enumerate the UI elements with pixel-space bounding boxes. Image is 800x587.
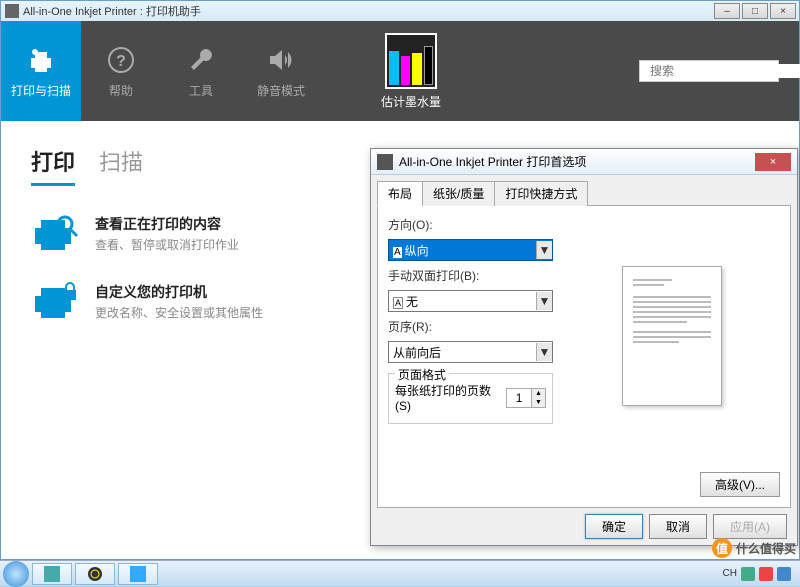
ink-level-section[interactable]: 估计墨水量 (381, 21, 441, 121)
page-preview (622, 266, 722, 406)
toolbar-label: 静音模式 (257, 82, 305, 99)
watermark-icon: 值 (712, 538, 732, 558)
tab-layout[interactable]: 布局 (377, 181, 423, 206)
option-title: 查看正在打印的内容 (95, 214, 239, 234)
close-button[interactable]: × (770, 3, 796, 19)
taskbar-app-2[interactable] (75, 563, 115, 585)
ok-button[interactable]: 确定 (585, 514, 643, 539)
ink-label: 估计墨水量 (381, 93, 441, 110)
tray-icon[interactable] (759, 567, 773, 581)
system-tray[interactable]: CH (723, 567, 797, 581)
start-button[interactable] (3, 561, 29, 587)
chevron-down-icon: ▼ (536, 292, 552, 310)
titlebar: All-in-One Inkjet Printer : 打印机助手 – □ × (1, 1, 799, 21)
toolbar-label: 工具 (189, 82, 213, 99)
watermark: 值 什么值得买 (712, 538, 796, 558)
search-box[interactable] (639, 60, 779, 82)
tray-icon[interactable] (777, 567, 791, 581)
order-select[interactable]: 从前向后 ▼ (388, 341, 553, 363)
wrench-icon (185, 44, 217, 76)
dialog-close-button[interactable]: × (755, 153, 791, 171)
option-desc: 查看、暂停或取消打印作业 (95, 236, 239, 253)
toolbar-label: 打印与扫描 (11, 82, 71, 99)
ink-bars (385, 33, 437, 89)
main-toolbar: 打印与扫描 ? 帮助 工具 静音模式 (1, 21, 799, 121)
maximize-button[interactable]: □ (742, 3, 768, 19)
orientation-label: 方向(O): (388, 216, 553, 233)
help-icon: ? (105, 44, 137, 76)
dialog-title: All-in-One Inkjet Printer 打印首选项 (399, 153, 586, 170)
dialog-titlebar: All-in-One Inkjet Printer 打印首选项 × (371, 149, 797, 175)
printer-search-icon (31, 214, 79, 254)
spinner-down[interactable]: ▼ (532, 398, 545, 407)
toolbar-tools[interactable]: 工具 (161, 21, 241, 121)
printer-scan-icon (25, 44, 57, 76)
orientation-select[interactable]: A纵向 ▼ (388, 239, 553, 261)
toolbar-print-scan[interactable]: 打印与扫描 (1, 21, 81, 121)
search-input[interactable] (650, 64, 800, 78)
lang-indicator[interactable]: CH (723, 568, 737, 579)
duplex-label: 手动双面打印(B): (388, 267, 553, 284)
window-title: All-in-One Inkjet Printer : 打印机助手 (23, 3, 201, 19)
order-label: 页序(R): (388, 318, 553, 335)
advanced-button[interactable]: 高级(V)... (700, 472, 780, 497)
apply-button[interactable]: 应用(A) (713, 514, 787, 539)
tab-scan[interactable]: 扫描 (99, 145, 143, 186)
speaker-icon (265, 44, 297, 76)
duplex-select[interactable]: A无 ▼ (388, 290, 553, 312)
svg-text:?: ? (116, 53, 126, 70)
toolbar-label: 帮助 (109, 82, 133, 99)
printer-lock-icon (31, 282, 79, 322)
tab-print[interactable]: 打印 (31, 145, 75, 186)
cancel-button[interactable]: 取消 (649, 514, 707, 539)
tray-icon[interactable] (741, 567, 755, 581)
taskbar: CH (0, 560, 800, 586)
taskbar-app-3[interactable] (118, 563, 158, 585)
pages-per-sheet-label: 每张纸打印的页数(S) (395, 382, 506, 413)
chevron-down-icon: ▼ (536, 343, 552, 361)
toolbar-help[interactable]: ? 帮助 (81, 21, 161, 121)
option-desc: 更改名称、安全设置或其他属性 (95, 304, 263, 321)
page-format-group: 页面格式 每张纸打印的页数(S) 1 ▲ ▼ (388, 373, 553, 424)
minimize-button[interactable]: – (714, 3, 740, 19)
toolbar-quiet[interactable]: 静音模式 (241, 21, 321, 121)
spinner-up[interactable]: ▲ (532, 389, 545, 398)
chevron-down-icon: ▼ (536, 241, 552, 259)
print-preferences-dialog: All-in-One Inkjet Printer 打印首选项 × 布局 纸张/… (370, 148, 798, 546)
pages-per-sheet-spinner[interactable]: 1 ▲ ▼ (506, 388, 546, 408)
dialog-icon (377, 154, 393, 170)
page-format-legend: 页面格式 (395, 366, 449, 383)
tab-paper-quality[interactable]: 纸张/质量 (422, 181, 495, 206)
tab-shortcuts[interactable]: 打印快捷方式 (494, 181, 588, 206)
taskbar-app-1[interactable] (32, 563, 72, 585)
option-title: 自定义您的打印机 (95, 282, 263, 302)
app-icon (5, 4, 19, 18)
